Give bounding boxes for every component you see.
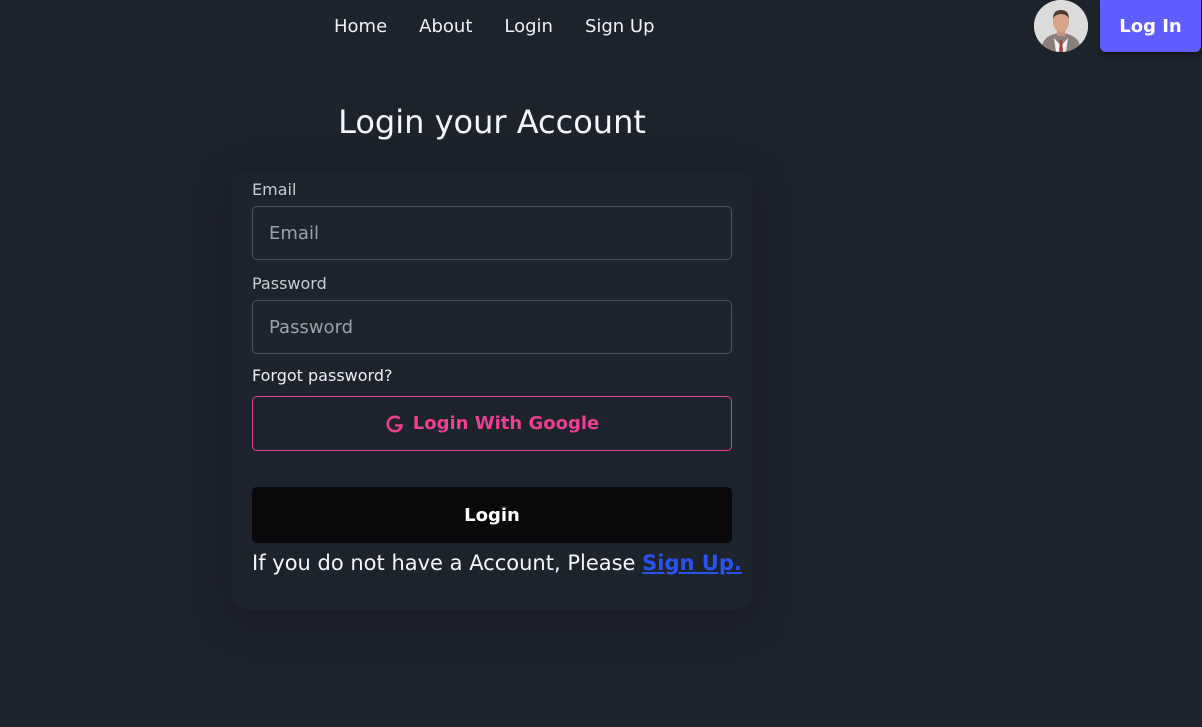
password-label: Password (252, 274, 327, 293)
navbar: Home About Login Sign Up Log In (0, 0, 1202, 52)
avatar[interactable] (1034, 0, 1088, 52)
nav-link-sign-up[interactable]: Sign Up (569, 16, 671, 37)
sign-up-link[interactable]: Sign Up. (642, 551, 742, 575)
forgot-password-link[interactable]: Forgot password? (252, 366, 392, 386)
user-avatar-icon (1034, 0, 1088, 52)
password-field[interactable] (252, 300, 732, 354)
log-in-button[interactable]: Log In (1100, 0, 1201, 52)
signup-prompt: If you do not have a Account, Please Sig… (252, 551, 742, 575)
nav-links: Home About Login Sign Up (318, 0, 671, 52)
email-label: Email (252, 180, 297, 199)
nav-link-home[interactable]: Home (318, 16, 403, 37)
login-with-google-button[interactable]: Login With Google (252, 396, 732, 451)
nav-link-login[interactable]: Login (488, 16, 569, 37)
signup-prompt-text: If you do not have a Account, Please (252, 551, 636, 575)
google-icon (385, 414, 405, 434)
login-card: Login your Account Email Password Forgot… (252, 88, 742, 575)
email-field[interactable] (252, 206, 732, 260)
page-title: Login your Account (338, 103, 646, 141)
nav-link-about[interactable]: About (403, 16, 488, 37)
login-submit-button[interactable]: Login (252, 487, 732, 543)
google-button-label: Login With Google (412, 413, 600, 434)
